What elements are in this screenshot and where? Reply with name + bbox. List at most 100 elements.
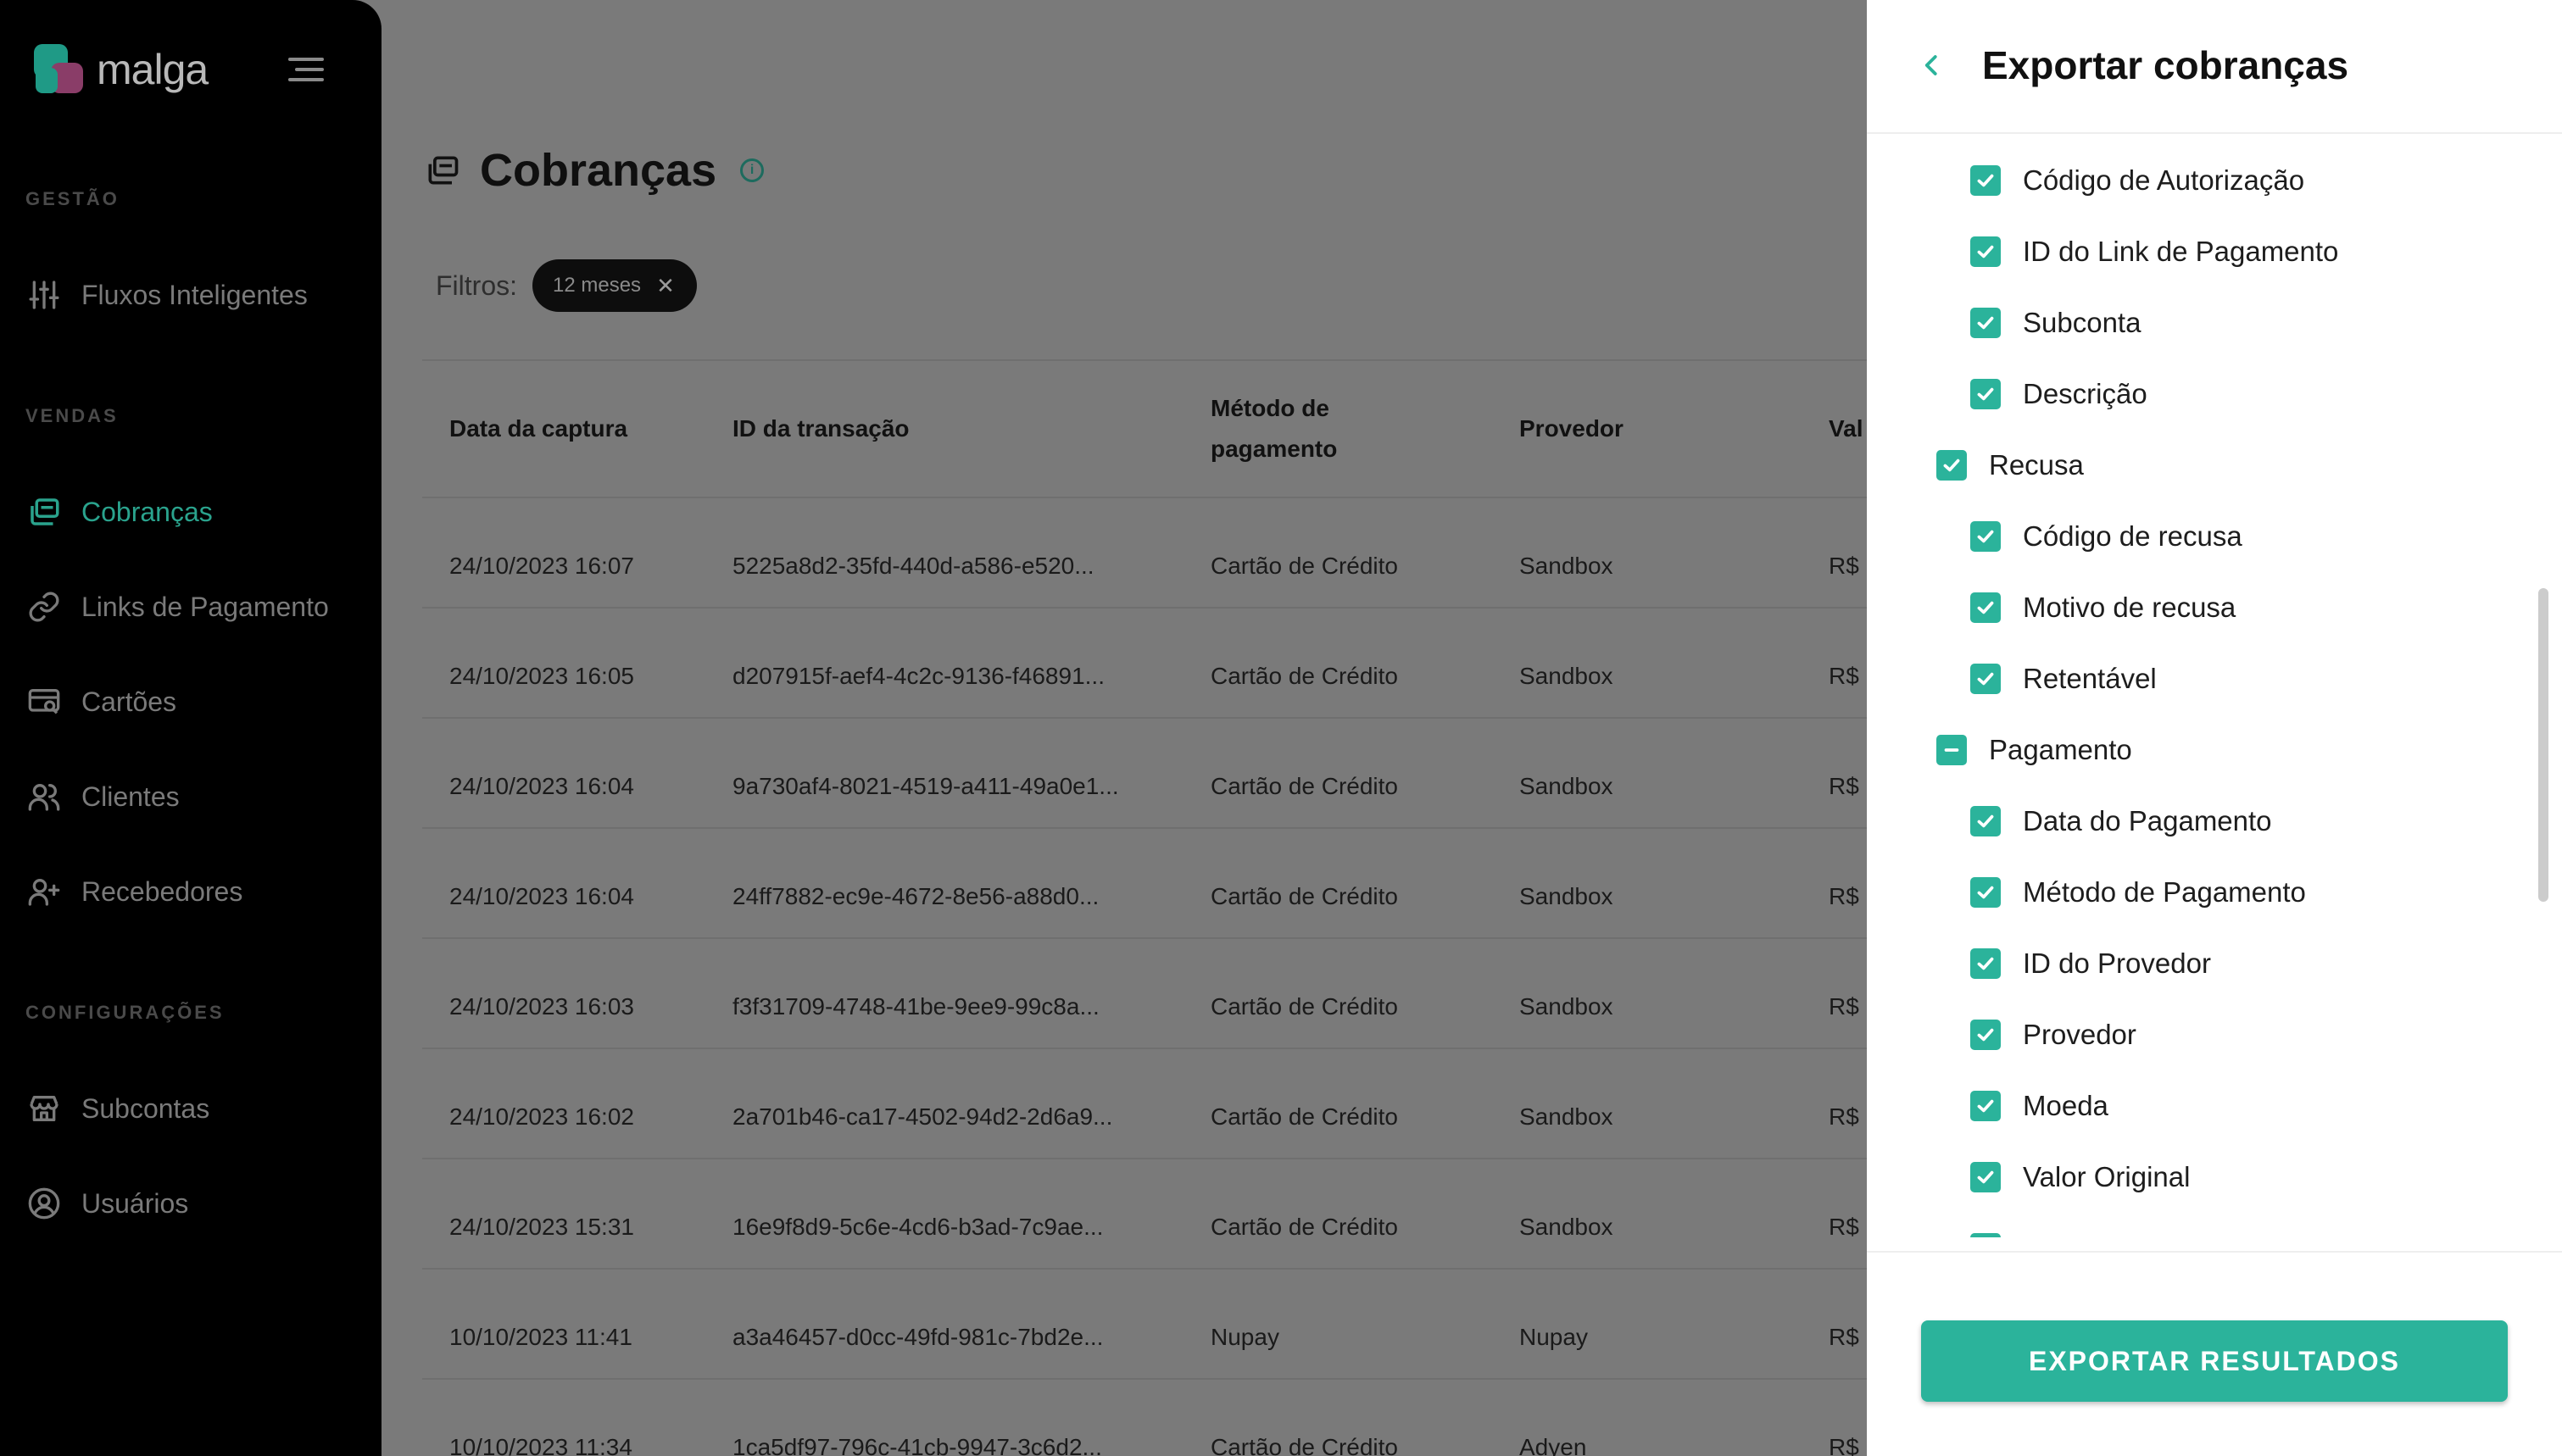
export-option-row[interactable]: Provedor xyxy=(1970,1009,2136,1060)
drawer-title: Exportar cobranças xyxy=(1982,43,2349,87)
export-option-row[interactable]: Descrição xyxy=(1970,369,2147,420)
cell-date: 24/10/2023 15:31 xyxy=(449,1214,634,1240)
cell-provider: Sandbox xyxy=(1519,1103,1613,1130)
checkbox-checked-icon[interactable] xyxy=(1970,165,2001,196)
section-label-configuracoes: CONFIGURAÇÕES xyxy=(25,1002,225,1023)
sidebar-item-label: Links de Pagamento xyxy=(81,591,329,622)
column-header-value[interactable]: Val xyxy=(1829,408,1863,449)
sidebar-item-cartoes[interactable]: Cartões xyxy=(25,676,176,727)
cell-provider: Sandbox xyxy=(1519,883,1613,909)
cell-provider: Sandbox xyxy=(1519,1214,1613,1240)
checkbox-checked-icon[interactable] xyxy=(1970,664,2001,694)
export-option-row[interactable]: Pagamento xyxy=(1936,725,2132,775)
export-option-label: Data do Pagamento xyxy=(2023,805,2272,836)
export-option-row[interactable]: Recusa xyxy=(1936,440,2084,491)
export-option-row[interactable]: ID do Provedor xyxy=(1970,938,2211,989)
cell-transaction-id: a3a46457-d0cc-49fd-981c-7bd2e... xyxy=(732,1324,1104,1350)
checkbox-checked-icon[interactable] xyxy=(1970,379,2001,409)
export-option-label: Código de recusa xyxy=(2023,520,2242,552)
sidebar-item-usuarios[interactable]: Usuários xyxy=(25,1178,188,1229)
export-option-label: Motivo de recusa xyxy=(2023,592,2236,623)
sidebar-item-subcontas[interactable]: Subcontas xyxy=(25,1083,209,1134)
page-title: Cobranças xyxy=(480,145,717,196)
checkbox-checked-icon[interactable] xyxy=(1970,1162,2001,1192)
cell-method: Cartão de Crédito xyxy=(1211,773,1399,799)
checkbox-checked-icon[interactable] xyxy=(1970,1091,2001,1121)
export-option-row[interactable]: Valor Original xyxy=(1970,1152,2190,1203)
section-label-vendas: VENDAS xyxy=(25,405,119,426)
filter-chip[interactable]: 12 meses ✕ xyxy=(532,259,697,312)
sliders-icon xyxy=(25,276,63,314)
export-option-row[interactable]: Código de recusa xyxy=(1970,511,2242,562)
export-option-label: Provedor xyxy=(2023,1019,2136,1050)
checkbox-checked-icon[interactable] xyxy=(1970,806,2001,836)
brand-logo[interactable]: malga xyxy=(34,44,209,95)
export-option-label: Código de Autorização xyxy=(2023,164,2305,196)
row-divider xyxy=(422,827,1867,829)
checkbox-checked-icon[interactable] xyxy=(1970,308,2001,338)
cell-provider: Sandbox xyxy=(1519,663,1613,689)
cell-date: 24/10/2023 16:04 xyxy=(449,773,634,799)
sidebar-item-cobrancas[interactable]: Cobranças xyxy=(25,486,213,537)
row-divider xyxy=(422,1378,1867,1380)
cell-transaction-id: 5225a8d2-35fd-440d-a586-e520... xyxy=(732,553,1094,579)
column-header-method[interactable]: Método de pagamento xyxy=(1211,388,1380,470)
chevron-left-icon[interactable] xyxy=(1919,53,1945,78)
logo-mark-icon xyxy=(34,44,85,95)
filters-bar: Filtros: 12 meses ✕ xyxy=(436,259,697,312)
checkbox-indeterminate-icon[interactable] xyxy=(1936,735,1967,765)
sidebar-item-links-de-pagamento[interactable]: Links de Pagamento xyxy=(25,581,329,632)
export-option-row[interactable]: Subconta xyxy=(1970,297,2141,348)
filter-chip-label: 12 meses xyxy=(553,274,642,297)
export-option-row[interactable]: Moeda xyxy=(1970,1081,2108,1131)
export-option-row[interactable]: Motivo de recusa xyxy=(1970,582,2236,633)
export-option-row[interactable]: Retentável xyxy=(1970,653,2157,704)
checkbox-checked-icon[interactable] xyxy=(1970,521,2001,552)
export-option-label: ID do Provedor xyxy=(2023,948,2211,979)
export-option-row[interactable]: Data do Pagamento xyxy=(1970,796,2272,847)
checkbox-checked-icon[interactable] xyxy=(1970,1233,2001,1237)
export-option-row[interactable]: Código de Autorização xyxy=(1970,155,2304,206)
cell-method: Cartão de Crédito xyxy=(1211,663,1399,689)
cell-date: 10/10/2023 11:34 xyxy=(449,1434,632,1456)
export-results-button[interactable]: EXPORTAR RESULTADOS xyxy=(1921,1320,2508,1402)
sidebar-item-clientes[interactable]: Clientes xyxy=(25,771,180,822)
export-option-label: Descrição xyxy=(2023,378,2147,409)
cell-transaction-id: 1ca5df97-796c-41cb-9947-3c6d2... xyxy=(732,1434,1102,1456)
column-header-transaction-id[interactable]: ID da transação xyxy=(732,408,910,449)
cell-provider: Adyen xyxy=(1519,1434,1587,1456)
cell-value: R$ xyxy=(1829,773,1859,799)
checkbox-checked-icon[interactable] xyxy=(1970,236,2001,267)
cell-transaction-id: 16e9f8d9-5c6e-4cd6-b3ad-7c9ae... xyxy=(732,1214,1104,1240)
drawer-scrollbar-thumb[interactable] xyxy=(2538,588,2548,902)
cell-transaction-id: d207915f-aef4-4c2c-9136-f46891... xyxy=(732,663,1105,689)
cell-method: Cartão de Crédito xyxy=(1211,1214,1399,1240)
sidebar-item-fluxos-inteligentes[interactable]: Fluxos Inteligentes xyxy=(25,270,308,320)
checkbox-checked-icon[interactable] xyxy=(1936,450,1967,481)
sidebar-item-recebedores[interactable]: Recebedores xyxy=(25,866,242,917)
cell-provider: Sandbox xyxy=(1519,553,1613,579)
export-option-row[interactable]: Método de Pagamento xyxy=(1970,867,2306,918)
cell-method: Cartão de Crédito xyxy=(1211,1103,1399,1130)
export-option-row[interactable]: ID do Link de Pagamento xyxy=(1970,226,2338,277)
app-root: malga GESTÃO Fluxos Inteligentes VENDAS … xyxy=(0,0,2562,1456)
info-icon[interactable]: i xyxy=(740,158,765,182)
close-icon[interactable]: ✕ xyxy=(656,273,675,299)
cell-value: R$ xyxy=(1829,553,1859,579)
sidebar-item-label: Recebedores xyxy=(81,875,243,907)
checkbox-checked-icon[interactable] xyxy=(1970,948,2001,979)
menu-toggle-icon[interactable] xyxy=(288,58,324,83)
cell-transaction-id: 9a730af4-8021-4519-a411-49a0e1... xyxy=(732,773,1119,799)
cell-value: R$ xyxy=(1829,1103,1859,1130)
export-option-label: Moeda xyxy=(2023,1090,2108,1121)
user-circle-icon xyxy=(25,1185,63,1222)
column-header-date[interactable]: Data da captura xyxy=(449,408,627,449)
checkbox-checked-icon[interactable] xyxy=(1970,592,2001,623)
charges-icon xyxy=(25,493,63,531)
column-header-provider[interactable]: Provedor xyxy=(1519,408,1624,449)
cell-value: R$ xyxy=(1829,1324,1859,1350)
checkbox-checked-icon[interactable] xyxy=(1970,1020,2001,1050)
row-divider xyxy=(422,937,1867,939)
checkbox-checked-icon[interactable] xyxy=(1970,877,2001,908)
row-divider xyxy=(422,1158,1867,1159)
